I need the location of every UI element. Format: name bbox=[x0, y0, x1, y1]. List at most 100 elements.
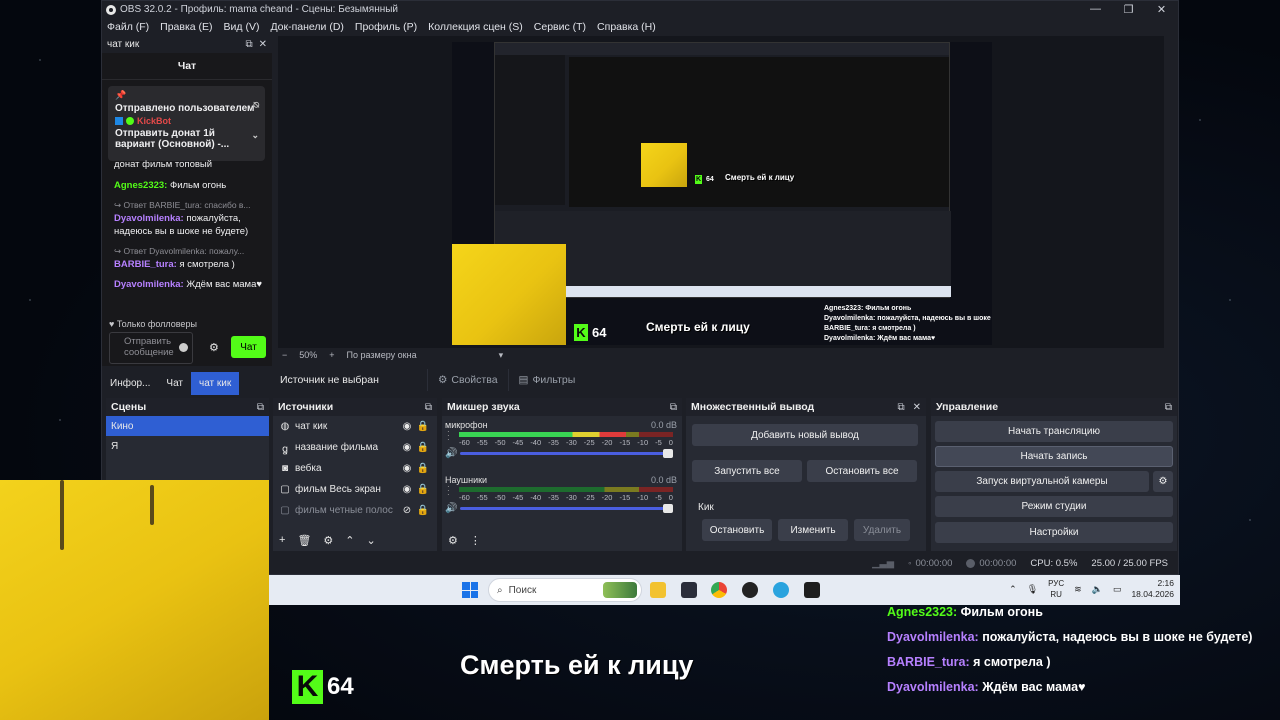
delete-output-button[interactable]: Удалить bbox=[854, 519, 910, 541]
menu-edit[interactable]: Правка (E) bbox=[160, 21, 212, 33]
tab-info[interactable]: Инфор... bbox=[102, 372, 158, 395]
stop-all-button[interactable]: Остановить все bbox=[807, 460, 917, 482]
close-icon[interactable]: ✕ bbox=[913, 402, 921, 413]
minimize-button[interactable]: — bbox=[1079, 3, 1112, 16]
edit-output-button[interactable]: Изменить bbox=[778, 519, 848, 541]
add-source-button[interactable]: + bbox=[279, 534, 285, 546]
menu-tools[interactable]: Сервис (T) bbox=[534, 21, 586, 33]
maximize-button[interactable]: ❐ bbox=[1112, 3, 1145, 16]
menu-file[interactable]: Файл (F) bbox=[107, 21, 149, 33]
lock-icon[interactable]: 🔒 bbox=[415, 442, 431, 453]
source-item[interactable]: ꬶ название фильма ◉ 🔒 bbox=[273, 437, 437, 458]
start-all-button[interactable]: Запустить все bbox=[692, 460, 802, 482]
app-icon[interactable] bbox=[681, 582, 697, 598]
gear-icon[interactable]: ⚙ bbox=[323, 534, 333, 547]
unpin-icon[interactable]: ⍉ bbox=[254, 100, 259, 111]
undock-icon[interactable]: ⧉ bbox=[897, 402, 904, 413]
speaker-icon[interactable]: 🔊 bbox=[445, 503, 457, 514]
chrome-icon[interactable] bbox=[711, 582, 727, 598]
add-output-button[interactable]: Добавить новый вывод bbox=[692, 424, 918, 446]
message-user[interactable]: Dyavolmilenka: bbox=[114, 279, 184, 290]
move-down-button[interactable]: ⌄ bbox=[367, 534, 376, 547]
settings-button[interactable]: Настройки bbox=[935, 522, 1173, 543]
wifi-icon[interactable]: ≋ bbox=[1074, 584, 1082, 595]
eye-icon[interactable]: ◉ bbox=[399, 421, 415, 432]
lock-icon[interactable]: 🔒 bbox=[415, 505, 431, 516]
preview-area[interactable]: Смерть ей к лицу K 64 K 64 Смерть ей к лиц… bbox=[278, 36, 1164, 348]
windows-start-icon[interactable] bbox=[462, 582, 478, 598]
undock-icon[interactable]: ⧉ bbox=[257, 402, 264, 413]
eye-icon[interactable]: ◉ bbox=[399, 484, 415, 495]
volume-icon[interactable]: 🔈 bbox=[1092, 584, 1103, 595]
lock-icon[interactable]: 🔒 bbox=[415, 421, 431, 432]
chevron-down-icon[interactable]: ⌄ bbox=[251, 130, 259, 141]
chevron-up-icon[interactable]: ⌃ bbox=[1009, 584, 1017, 595]
start-virtual-camera-button[interactable]: Запуск виртуальной камеры bbox=[935, 471, 1149, 492]
eye-icon[interactable]: ◉ bbox=[399, 463, 415, 474]
undock-icon[interactable]: ⧉ bbox=[245, 39, 252, 50]
menu-view[interactable]: Вид (V) bbox=[224, 21, 260, 33]
chat-send-button[interactable]: Чат bbox=[231, 336, 266, 358]
message-user[interactable]: Dyavolmilenka: bbox=[114, 213, 184, 224]
obs-icon[interactable] bbox=[742, 582, 758, 598]
eye-hidden-icon[interactable]: ⊘ bbox=[399, 505, 415, 516]
menu-profile[interactable]: Профиль (P) bbox=[355, 21, 417, 33]
more-icon[interactable]: · · · bbox=[447, 483, 450, 499]
source-item[interactable]: ▢ фильм Весь экран ◉ 🔒 bbox=[273, 479, 437, 500]
undock-icon[interactable]: ⧉ bbox=[670, 402, 677, 413]
message-user[interactable]: Agnes2323: bbox=[114, 180, 167, 191]
lock-icon[interactable]: 🔒 bbox=[415, 484, 431, 495]
pinned-message[interactable]: 📌 Отправлено пользователем KickBot Отпра… bbox=[108, 86, 265, 161]
menu-help[interactable]: Справка (H) bbox=[597, 21, 656, 33]
zoom-in-button[interactable]: + bbox=[329, 350, 334, 360]
lock-icon[interactable]: 🔒 bbox=[415, 463, 431, 474]
filters-button[interactable]: ▤ Фильтры bbox=[507, 369, 586, 391]
terminal-icon[interactable] bbox=[804, 582, 820, 598]
tab-chat[interactable]: Чат bbox=[158, 372, 191, 395]
start-stream-button[interactable]: Начать трансляцию bbox=[935, 421, 1173, 442]
gear-icon[interactable]: ⚙ bbox=[448, 534, 458, 547]
undock-icon[interactable]: ⧉ bbox=[425, 402, 432, 413]
menu-docks[interactable]: Док-панели (D) bbox=[270, 21, 343, 33]
move-up-button[interactable]: ⌃ bbox=[345, 534, 354, 547]
file-explorer-icon[interactable] bbox=[650, 582, 666, 598]
taskbar-search[interactable]: ⌕ Поиск bbox=[488, 578, 642, 602]
volume-knob[interactable] bbox=[663, 449, 673, 458]
tab-kick-chat[interactable]: чат кик bbox=[191, 372, 240, 395]
microphone-icon[interactable]: 🎙 bbox=[1027, 584, 1038, 595]
clock[interactable]: 2:16 18.04.2026 bbox=[1131, 578, 1174, 600]
scene-item[interactable]: Кино bbox=[106, 416, 269, 436]
source-item[interactable]: ◍ чат кик ◉ 🔒 bbox=[273, 416, 437, 437]
volume-knob[interactable] bbox=[663, 504, 673, 513]
battery-icon[interactable]: ▭ bbox=[1113, 584, 1122, 595]
eye-icon[interactable]: ◉ bbox=[399, 442, 415, 453]
undock-icon[interactable]: ⧉ bbox=[1165, 402, 1172, 413]
properties-button[interactable]: ⚙ Свойства bbox=[427, 369, 508, 391]
volume-slider[interactable] bbox=[460, 504, 673, 513]
close-icon[interactable]: ✕ bbox=[259, 39, 267, 50]
meter-tick-label: -10 bbox=[637, 438, 649, 447]
more-icon[interactable]: ⋮ bbox=[470, 534, 481, 547]
zoom-mode-select[interactable]: По размеру окна bbox=[347, 350, 417, 360]
chat-input[interactable]: Отправить сообщение bbox=[109, 332, 193, 364]
trash-icon[interactable]: 🗑 bbox=[297, 534, 311, 547]
close-button[interactable]: ✕ bbox=[1145, 3, 1178, 16]
chevron-down-icon[interactable]: ▾ bbox=[499, 350, 504, 361]
volume-slider[interactable] bbox=[460, 449, 673, 458]
telegram-icon[interactable] bbox=[773, 582, 789, 598]
more-icon[interactable]: · · · bbox=[447, 428, 450, 444]
language-indicator[interactable]: РУС RU bbox=[1048, 578, 1064, 600]
scene-item[interactable]: Я bbox=[106, 436, 269, 456]
start-record-button[interactable]: Начать запись bbox=[935, 446, 1173, 467]
speaker-icon[interactable]: 🔊 bbox=[445, 448, 457, 459]
menu-scene-collection[interactable]: Коллекция сцен (S) bbox=[428, 21, 523, 33]
gear-icon[interactable]: ⚙ bbox=[1153, 471, 1173, 492]
source-item[interactable]: ▢ фильм четные полос ⊘ 🔒 bbox=[273, 500, 437, 521]
studio-mode-button[interactable]: Режим студии bbox=[935, 496, 1173, 517]
message-user[interactable]: BARBIE_tura: bbox=[114, 259, 177, 270]
stop-output-button[interactable]: Остановить bbox=[702, 519, 772, 541]
source-item[interactable]: ◙ вебка ◉ 🔒 bbox=[273, 458, 437, 479]
gear-icon[interactable]: ⚙ bbox=[209, 341, 219, 354]
emoji-icon[interactable] bbox=[179, 343, 188, 352]
zoom-out-button[interactable]: − bbox=[282, 350, 287, 360]
